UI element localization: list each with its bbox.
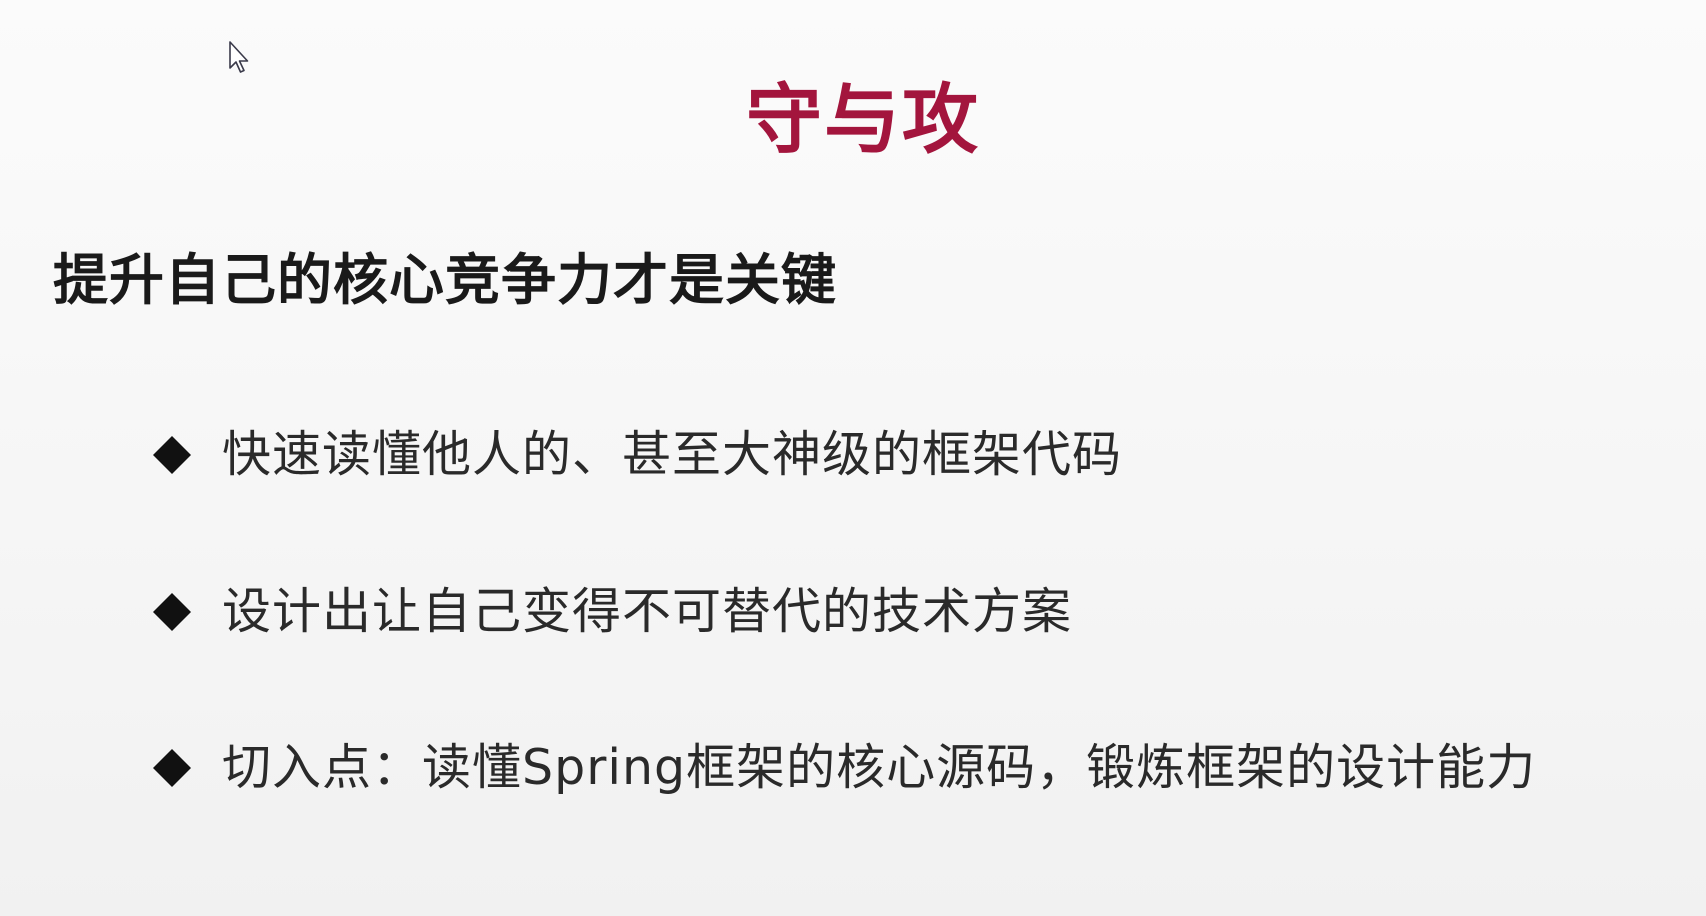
mouse-pointer-icon [229,41,249,73]
diamond-bullet-icon [150,590,194,634]
bullet-text: 快速读懂他人的、甚至大神级的框架代码 [222,426,1123,483]
bullet-text: 切入点：读懂Spring框架的核心源码，锻炼框架的设计能力 [222,739,1537,796]
bullet-item: 设计出让自己变得不可替代的技术方案 [150,577,1072,647]
slide-subtitle: 提升自己的核心竞争力才是关键 [53,248,838,312]
slide-title: 守与攻 [746,75,980,164]
diamond-bullet-icon [150,433,194,477]
bullet-text: 设计出让自己变得不可替代的技术方案 [222,583,1073,640]
diamond-bullet-icon [150,746,194,790]
bullet-item: 快速读懂他人的、甚至大神级的框架代码 [150,420,1122,490]
presentation-slide: 守与攻 提升自己的核心竞争力才是关键 快速读懂他人的、甚至大神级的框架代码 设计… [0,0,1706,916]
bullet-item: 切入点：读懂Spring框架的核心源码，锻炼框架的设计能力 [150,733,1536,803]
